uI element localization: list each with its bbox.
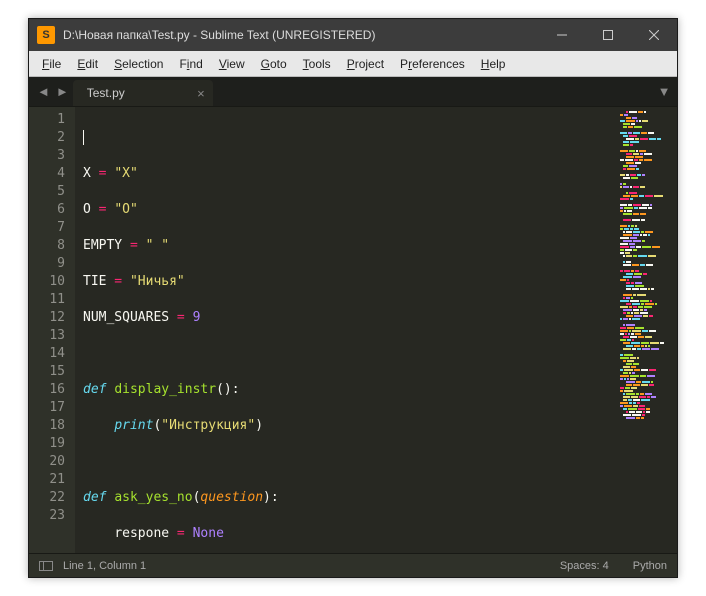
menu-edit[interactable]: Edit <box>70 54 105 74</box>
maximize-button[interactable] <box>585 19 631 51</box>
app-icon: S <box>37 26 55 44</box>
menu-file[interactable]: File <box>35 54 68 74</box>
titlebar[interactable]: S D:\Новая папка\Test.py - Sublime Text … <box>29 19 677 51</box>
minimap[interactable] <box>617 107 677 553</box>
tab-close-icon[interactable]: × <box>197 86 205 101</box>
statusbar: Line 1, Column 1 Spaces: 4 Python <box>29 553 677 577</box>
app-window: S D:\Новая папка\Test.py - Sublime Text … <box>28 18 678 578</box>
nav-arrows: ◄ ► <box>33 77 73 106</box>
nav-back-icon[interactable]: ◄ <box>37 84 50 99</box>
menu-tools[interactable]: Tools <box>296 54 338 74</box>
close-button[interactable] <box>631 19 677 51</box>
minimize-button[interactable] <box>539 19 585 51</box>
tab-test-py[interactable]: Test.py × <box>73 80 213 106</box>
window-title: D:\Новая папка\Test.py - Sublime Text (U… <box>63 28 539 42</box>
indent-setting[interactable]: Spaces: 4 <box>560 560 609 572</box>
syntax-setting[interactable]: Python <box>633 560 667 572</box>
nav-forward-icon[interactable]: ► <box>56 84 69 99</box>
menu-help[interactable]: Help <box>474 54 513 74</box>
menu-goto[interactable]: Goto <box>254 54 294 74</box>
menu-view[interactable]: View <box>212 54 252 74</box>
code-editor[interactable]: X = "X" O = "O" EMPTY = " " TIE = "Ничья… <box>75 107 617 553</box>
tabbar: ◄ ► Test.py × ▼ <box>29 77 677 107</box>
line-gutter: 1234567891011121314151617181920212223 <box>29 107 75 553</box>
menu-find[interactable]: Find <box>172 54 209 74</box>
tab-label: Test.py <box>87 86 125 100</box>
window-controls <box>539 19 677 51</box>
menu-project[interactable]: Project <box>340 54 391 74</box>
menubar: File Edit Selection Find View Goto Tools… <box>29 51 677 77</box>
panel-switcher-icon[interactable] <box>39 561 53 571</box>
menu-selection[interactable]: Selection <box>107 54 170 74</box>
cursor-position[interactable]: Line 1, Column 1 <box>63 560 146 572</box>
editor-pane: 1234567891011121314151617181920212223 X … <box>29 107 677 553</box>
menu-preferences[interactable]: Preferences <box>393 54 472 74</box>
tab-dropdown[interactable]: ▼ <box>651 77 677 106</box>
